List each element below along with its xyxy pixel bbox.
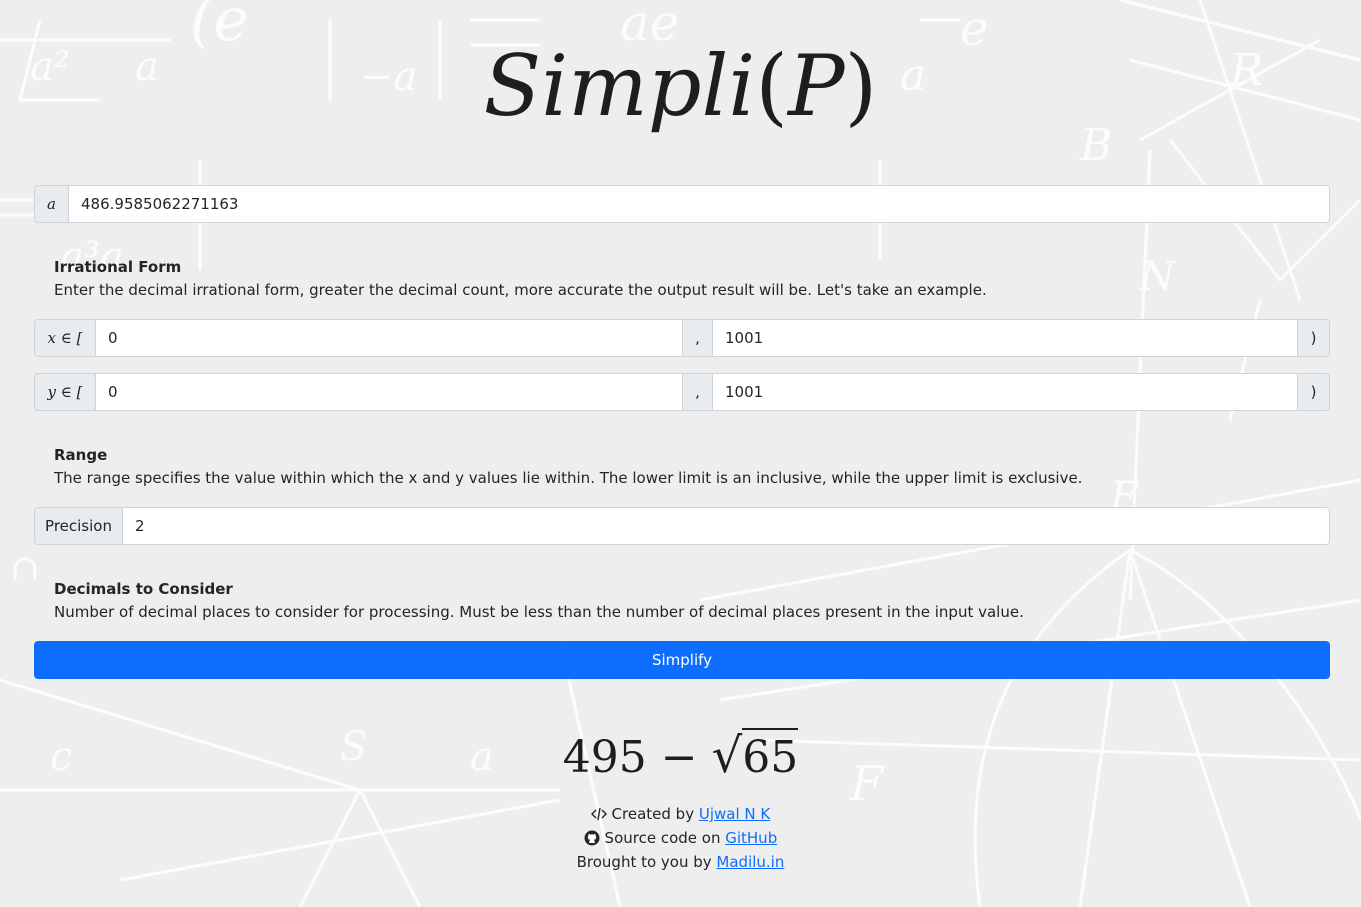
github-link[interactable]: GitHub <box>725 829 777 847</box>
result-lhs: 495 <box>562 732 647 783</box>
radical-sign: √ <box>711 728 743 784</box>
code-icon <box>590 807 607 821</box>
result-operator: − <box>660 732 698 783</box>
brought-prefix: Brought to you by <box>576 853 717 871</box>
app-title: Simpli(P) <box>0 26 1361 146</box>
decimals-heading: Decimals to Consider <box>54 580 233 598</box>
footer: Created by Ujwal N K Source code on GitH… <box>0 802 1361 874</box>
app-title-open-paren: ( <box>755 37 789 135</box>
range-x-upper-field[interactable]: 1001 <box>713 319 1298 357</box>
author-link[interactable]: Ujwal N K <box>699 805 770 823</box>
range-help: Range The range specifies the value with… <box>54 444 1314 490</box>
madilu-link[interactable]: Madilu.in <box>716 853 784 871</box>
precision-group: Precision 2 <box>34 507 1330 545</box>
range-y-lower-field[interactable]: 0 <box>96 373 683 411</box>
simplify-button[interactable]: Simplify <box>34 641 1330 679</box>
github-icon <box>584 830 600 846</box>
range-x-separator: , <box>683 319 713 357</box>
range-y-separator: , <box>683 373 713 411</box>
result-expression: 495 − √65 <box>0 728 1361 784</box>
irrational-form-text: Enter the decimal irrational form, great… <box>54 281 987 299</box>
input-a-label: a <box>34 185 69 223</box>
input-a-field[interactable]: 486.9585062271163 <box>69 185 1330 223</box>
created-prefix: Created by <box>611 805 699 823</box>
app-title-close-paren: ) <box>844 37 878 135</box>
range-x-group: x ∈ [ 0 , 1001 ) <box>34 319 1330 357</box>
result-radicand: 65 <box>742 728 799 783</box>
decimals-help: Decimals to Consider Number of decimal p… <box>54 578 1314 624</box>
irrational-form-help: Irrational Form Enter the decimal irrati… <box>54 256 1314 302</box>
footer-created: Created by Ujwal N K <box>0 802 1361 826</box>
input-a-group: a 486.9585062271163 <box>34 185 1330 223</box>
app-title-main: Simpli <box>483 37 756 135</box>
range-x-label: x ∈ [ <box>34 319 96 357</box>
range-y-close: ) <box>1298 373 1330 411</box>
precision-label: Precision <box>34 507 123 545</box>
range-text: The range specifies the value within whi… <box>54 469 1083 487</box>
source-prefix: Source code on <box>604 829 726 847</box>
footer-brought: Brought to you by Madilu.in <box>0 850 1361 874</box>
range-y-label: y ∈ [ <box>34 373 96 411</box>
precision-field[interactable]: 2 <box>123 507 1330 545</box>
irrational-form-heading: Irrational Form <box>54 258 182 276</box>
range-y-upper-field[interactable]: 1001 <box>713 373 1298 411</box>
range-y-group: y ∈ [ 0 , 1001 ) <box>34 373 1330 411</box>
range-x-lower-field[interactable]: 0 <box>96 319 683 357</box>
decimals-text: Number of decimal places to consider for… <box>54 603 1024 621</box>
range-x-close: ) <box>1298 319 1330 357</box>
app-title-var: P <box>788 37 845 135</box>
footer-source: Source code on GitHub <box>0 826 1361 850</box>
range-heading: Range <box>54 446 108 464</box>
